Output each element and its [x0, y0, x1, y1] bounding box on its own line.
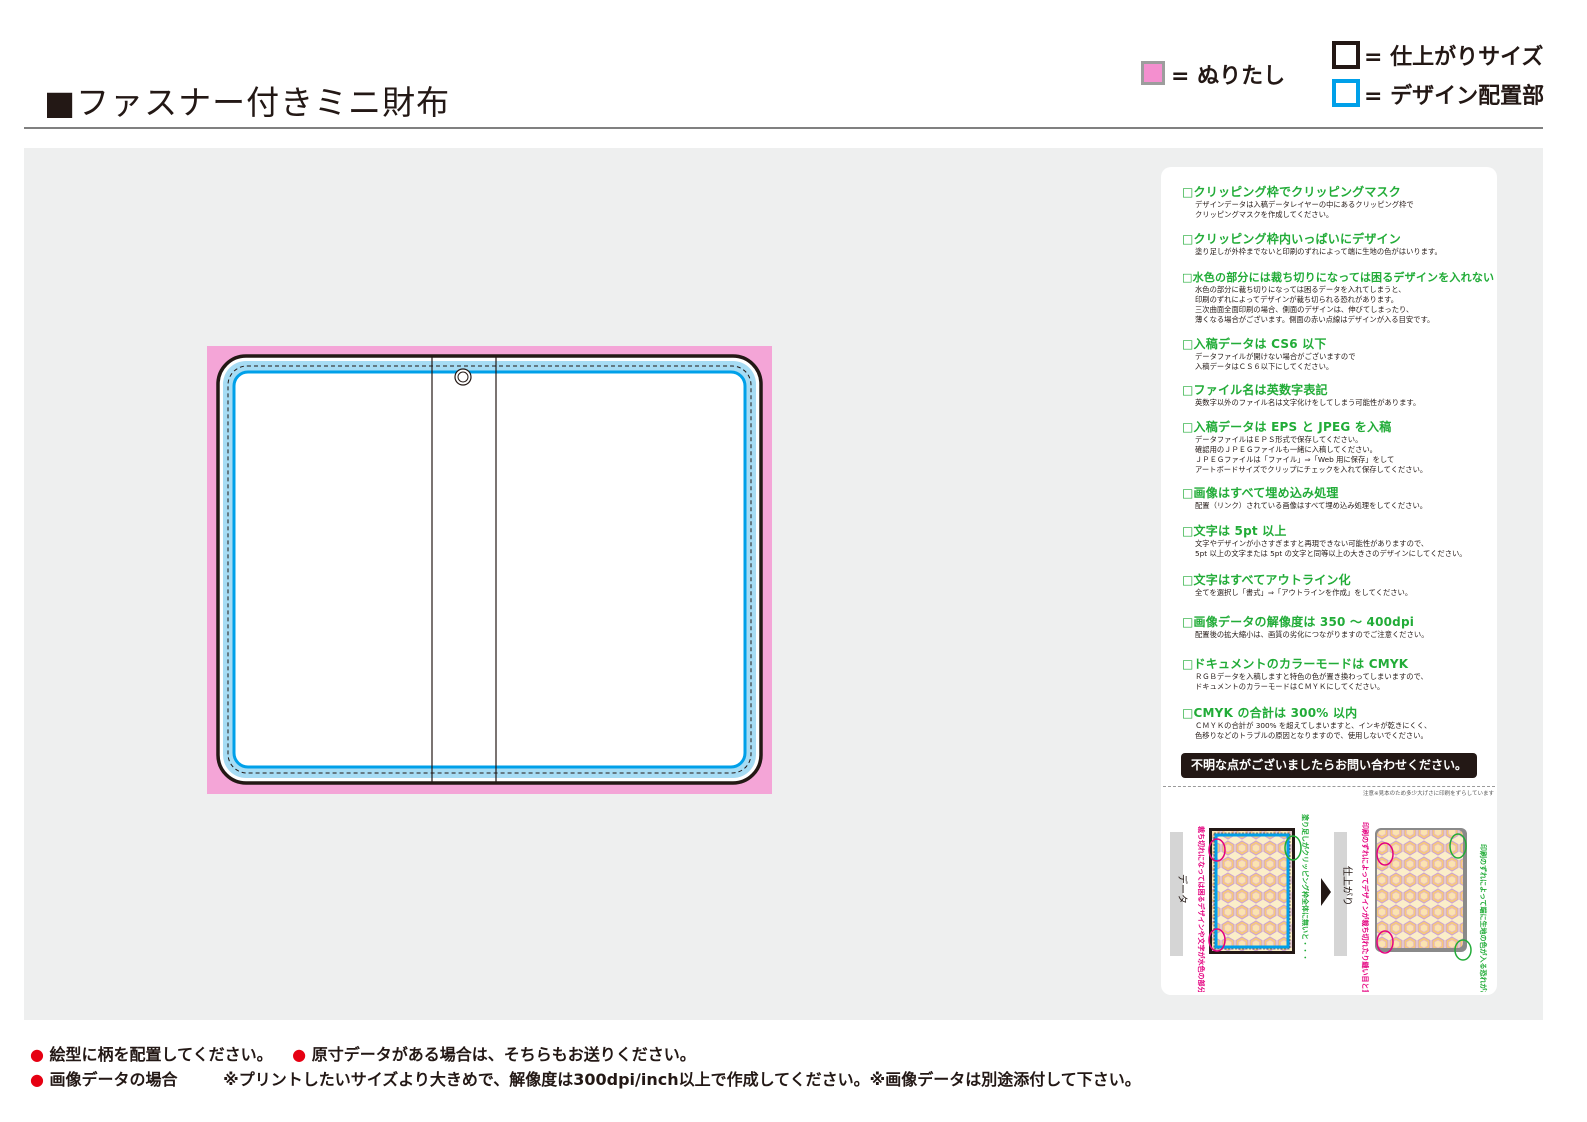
title-divider: [24, 127, 1543, 129]
checklist-description: データファイルはＥＰＳ形式で保存してください。 確認用のＪＰＥＧファイルも一緒に…: [1195, 435, 1428, 474]
checklist-item: □文字は 5pt 以上 文字やデザインが小さすぎますと再現できない可能性がありま…: [1182, 522, 1492, 559]
footer-instruction: 画像データの場合: [49, 1070, 178, 1089]
checklist-description: 配置後の拡大縮小は、画質の劣化につながりますのでご注意ください。: [1195, 630, 1429, 639]
arrow-right-icon: [1321, 878, 1331, 906]
checklist-description: ＲＧＢデータを入稿しますと特色の色が置き換わってしまいますので、 ドキュメントの…: [1195, 672, 1428, 691]
design-area: [232, 370, 747, 769]
checklist-heading: □水色の部分には裁ち切りになっては困るデザインを入れない: [1182, 271, 1495, 284]
bullet-icon: ●: [30, 1045, 44, 1064]
checklist-heading: □文字はすべてアウトライン化: [1182, 573, 1351, 587]
checklist-description: 配置（リンク）されている画像はすべて埋め込み処理をしてください。: [1195, 501, 1428, 510]
finish-size-legend-label: = 仕上がりサイズ: [1364, 45, 1544, 70]
bullet-icon: ●: [292, 1045, 307, 1064]
print-shift-example: データ 裁ち切れになっては困るデザインや文字が水色の部分に入っていると・・・ 塗…: [1170, 814, 1488, 992]
checklist-heading: □画像データの解像度は 350 ～ 400dpi: [1182, 615, 1415, 629]
checklist-heading: □画像はすべて埋め込み処理: [1182, 486, 1339, 500]
checklist-heading: □クリッピング枠でクリッピングマスク: [1182, 185, 1401, 199]
bleed-swatch: [1141, 61, 1165, 85]
footer-instruction: 原寸データがある場合は、そちらもお送りください。: [311, 1045, 696, 1064]
right-green-note: 印刷のずれによって端に生地の色が入る恐れがあります: [1479, 844, 1488, 992]
checklist-item: □文字はすべてアウトライン化 全てを選択し「書式」⇒「アウトラインを作成」をして…: [1182, 571, 1492, 598]
checklist-item: □画像はすべて埋め込み処理 配置（リンク）されている画像はすべて埋め込み処理をし…: [1182, 484, 1492, 511]
checklist-item: □入稿データは EPS と JPEG を入稿 データファイルはＥＰＳ形式で保存し…: [1182, 418, 1492, 475]
right-magenta-note: 印刷のずれによってデザインが裁ち切れたり縫い目と重なってしまう恐れがあります: [1361, 822, 1370, 992]
design-area-swatch: [1332, 79, 1360, 107]
checklist-item: □クリッピング枠内いっぱいにデザイン 塗り足しが外枠までないと印刷のずれによって…: [1182, 230, 1492, 257]
footer-instruction: ※プリントしたいサイズより大きめで、解像度は300dpi/inch以上で作成して…: [223, 1070, 1141, 1089]
checklist-heading: □文字は 5pt 以上: [1182, 524, 1287, 538]
checklist-heading: □CMYK の合計は 300% 以内: [1182, 706, 1358, 720]
left-magenta-note: 裁ち切れになっては困るデザインや文字が水色の部分に入っていると・・・: [1197, 826, 1206, 992]
checklist-heading: □入稿データは EPS と JPEG を入稿: [1182, 420, 1392, 434]
checklist-description: 全てを選択し「書式」⇒「アウトラインを作成」をしてください。: [1195, 588, 1413, 597]
grommet-outer-icon: [454, 368, 472, 386]
checklist-item: □ドキュメントのカラーモードは CMYK ＲＧＢデータを入稿しますと特色の色が置…: [1182, 655, 1492, 692]
checklist-description: 塗り足しが外枠までないと印刷のずれによって端に生地の色がはいります。: [1195, 247, 1442, 256]
checklist-description: データファイルが開けない場合がございますので 入稿データはＣＳ６以下にしてくださ…: [1195, 352, 1356, 371]
finish-size-swatch: [1332, 41, 1360, 69]
checklist-heading: □ファイル名は英数字表記: [1182, 383, 1328, 397]
checklist-heading: □クリッピング枠内いっぱいにデザイン: [1182, 232, 1401, 246]
contact-banner: 不明な点がございましたらお問い合わせください。: [1181, 753, 1477, 778]
left-green-note: 塗り足しがクリッピング枠全体に無いと・・・: [1301, 814, 1310, 961]
panel-divider: [1163, 786, 1495, 787]
data-label: データ: [1176, 874, 1189, 904]
checklist-description: デザインデータは入稿データレイヤーの中にあるクリッピング枠で クリッピングマスク…: [1195, 200, 1414, 219]
checklist-item: □水色の部分には裁ち切りになっては困るデザインを入れない 水色の部分に裁ち切りに…: [1182, 269, 1495, 325]
checklist-item: □画像データの解像度は 350 ～ 400dpi 配置後の拡大縮小は、画質の劣化…: [1182, 613, 1492, 640]
design-area-legend-label: = デザイン配置部: [1364, 84, 1545, 109]
footer-line-2: ● 画像データの場合 ※プリントしたいサイズより大きめで、解像度は300dpi/…: [30, 1066, 1141, 1090]
example-note: 注意※見本のため多少大げさに印刷をずらしています: [1363, 791, 1494, 797]
checklist-description: 水色の部分に裁ち切りになっては困るデータを入れてしまうと、 印刷のずれによってデ…: [1195, 285, 1435, 324]
checklist-item: □CMYK の合計は 300% 以内 ＣＭＹＫの合計が 300% を超えてしまい…: [1182, 704, 1492, 741]
checklist-heading: □入稿データは CS6 以下: [1182, 337, 1327, 351]
checklist-description: ＣＭＹＫの合計が 300% を超えてしまいますと、インキが乾きにくく、 色移りな…: [1195, 721, 1432, 740]
footer-instruction: 絵型に柄を配置してください。: [49, 1045, 273, 1064]
bullet-icon: ●: [30, 1070, 44, 1089]
wallet-template[interactable]: [207, 346, 772, 794]
checklist-item: □クリッピング枠でクリッピングマスク デザインデータは入稿データレイヤーの中にあ…: [1182, 183, 1492, 220]
checklist-description: 英数字以外のファイル名は文字化けをしてしまう可能性があります。: [1195, 398, 1421, 407]
checklist-heading: □ドキュメントのカラーモードは CMYK: [1182, 657, 1409, 671]
checklist-item: □ファイル名は英数字表記 英数字以外のファイル名は文字化けをしてしまう可能性があ…: [1182, 381, 1492, 408]
page-title: ■ファスナー付きミニ財布: [44, 83, 451, 122]
checklist-description: 文字やデザインが小さすぎますと再現できない可能性がありますので、 5pt 以上の…: [1195, 539, 1467, 558]
bleed-legend-label: = ぬりたし: [1171, 64, 1286, 89]
finish-label: 仕上がり: [1341, 866, 1354, 906]
footer-line-1: ● 絵型に柄を配置してください。 ● 原寸データがある場合は、そちらもお送りくだ…: [30, 1041, 696, 1065]
checklist-item: □入稿データは CS6 以下 データファイルが開けない場合がございますので 入稿…: [1182, 335, 1492, 372]
